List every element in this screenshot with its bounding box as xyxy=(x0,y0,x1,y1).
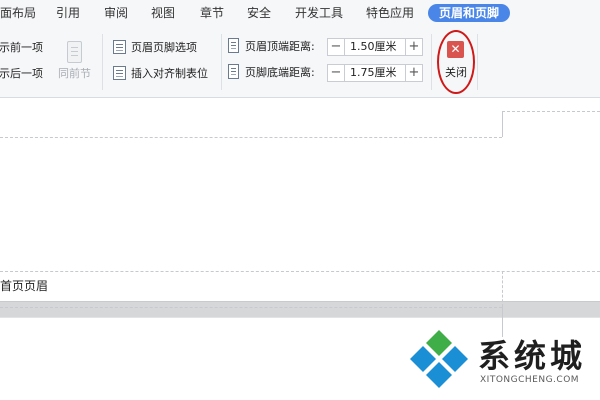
insert-align-tab-label: 插入对齐制表位 xyxy=(131,67,208,80)
tab-review[interactable]: 审阅 xyxy=(104,4,128,22)
annotation-highlight-ring xyxy=(437,30,475,94)
watermark-title: 系统城 xyxy=(478,337,587,375)
margin-guide-line xyxy=(502,111,600,112)
header-top-increase-button[interactable]: + xyxy=(405,38,423,56)
ribbon: 显示前一项 显示后一项 同前节 页眉页脚选项 插入对齐制表位 页眉顶端距离: −… xyxy=(0,26,600,98)
header-bottom-line xyxy=(0,307,502,308)
header-footer-options-label: 页眉页脚选项 xyxy=(131,41,197,54)
tab-references[interactable]: 引用 xyxy=(56,4,80,22)
footer-bottom-increase-button[interactable]: + xyxy=(405,64,423,82)
tab-page-layout[interactable]: 页面布局 xyxy=(0,4,36,22)
xitongcheng-logo-icon xyxy=(410,330,468,388)
header-top-distance-label: 页眉顶端距离: xyxy=(245,40,315,53)
page-gap xyxy=(0,301,600,318)
header-right-edge xyxy=(502,271,503,307)
footer-bottom-distance-label: 页脚底端距离: xyxy=(245,66,315,79)
footer-bottom-decrease-button[interactable]: − xyxy=(327,64,345,82)
menu-bar: 页面布局 引用 审阅 视图 章节 安全 开发工具 特色应用 页眉和页脚 xyxy=(0,0,600,26)
group-divider xyxy=(221,34,222,90)
footer-bottom-distance-input[interactable]: 1.75厘米 xyxy=(345,64,405,82)
first-page-header-label: 首页页眉 xyxy=(0,279,49,293)
tab-section[interactable]: 章节 xyxy=(200,4,224,22)
watermark-subtitle: XITONGCHENG.COM xyxy=(480,375,580,385)
margin-corner-mark xyxy=(502,111,503,137)
footer-bottom-margin-icon xyxy=(228,64,239,79)
header-top-line xyxy=(0,271,600,272)
header-boundary-line xyxy=(0,137,502,138)
page-settings-icon xyxy=(113,40,126,54)
group-divider xyxy=(431,34,432,90)
link-previous-icon xyxy=(67,41,82,63)
tab-special-apps[interactable]: 特色应用 xyxy=(366,4,414,22)
same-as-previous-label: 同前节 xyxy=(58,67,91,80)
group-divider xyxy=(477,34,478,90)
header-top-distance-input[interactable]: 1.50厘米 xyxy=(345,38,405,56)
header-top-margin-icon xyxy=(228,38,239,53)
show-next-button[interactable]: 显示后一项 xyxy=(0,67,43,81)
tab-view[interactable]: 视图 xyxy=(151,4,175,22)
tab-header-footer[interactable]: 页眉和页脚 xyxy=(428,4,511,22)
show-previous-button[interactable]: 显示前一项 xyxy=(0,41,43,55)
tab-developer[interactable]: 开发工具 xyxy=(295,4,343,22)
header-top-decrease-button[interactable]: − xyxy=(327,38,345,56)
tab-security[interactable]: 安全 xyxy=(247,4,271,22)
group-divider xyxy=(102,34,103,90)
align-tab-icon xyxy=(113,66,126,80)
